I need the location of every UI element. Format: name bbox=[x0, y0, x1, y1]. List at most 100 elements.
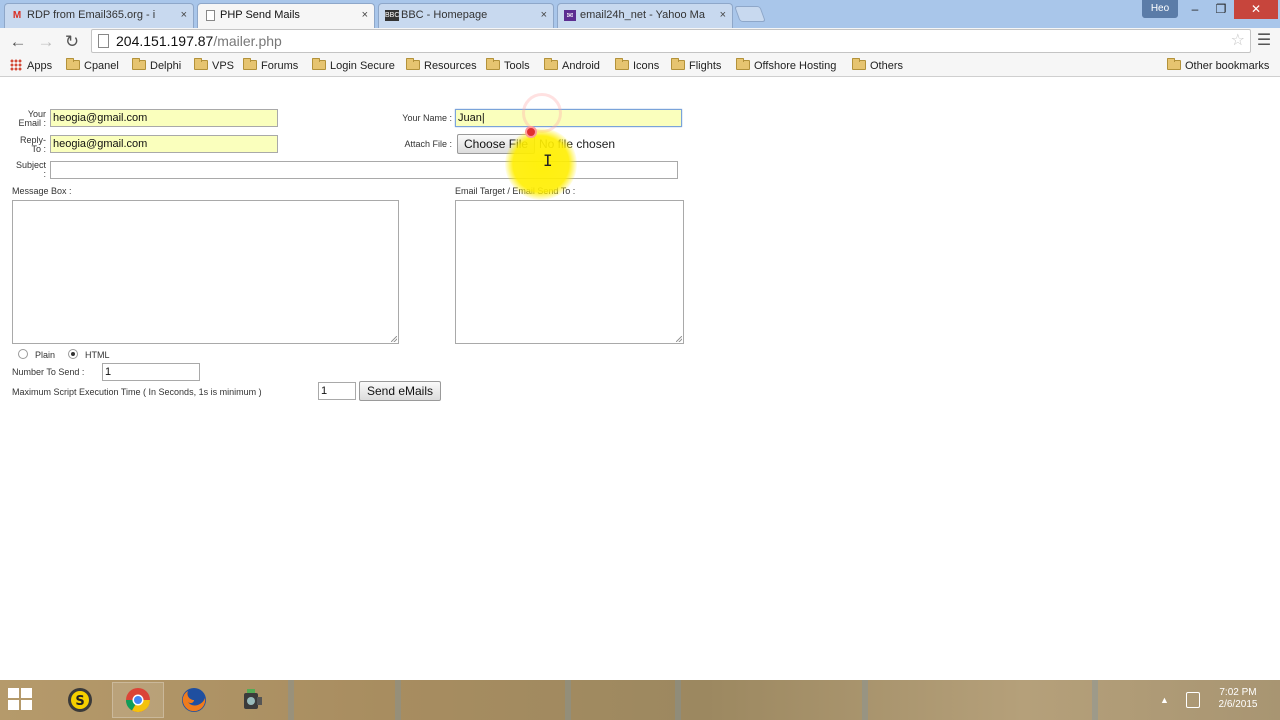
clock-time: 7:02 PM bbox=[1219, 687, 1257, 698]
bookmark-label: Android bbox=[562, 60, 600, 72]
taskbar-chrome-icon[interactable] bbox=[112, 682, 164, 718]
text-caret: | bbox=[481, 112, 485, 124]
bookmark-forums[interactable]: Forums bbox=[243, 58, 298, 74]
choose-file-button[interactable]: Choose File bbox=[457, 134, 535, 154]
bookmark-apps[interactable]: Apps bbox=[10, 58, 52, 74]
folder-icon bbox=[194, 58, 208, 70]
tab-title: BBC - Homepage bbox=[401, 9, 488, 21]
folder-icon bbox=[852, 58, 866, 70]
folder-icon bbox=[615, 58, 629, 70]
yahoo-mail-icon: ✉ bbox=[564, 10, 576, 21]
email-target-label: Email Target / Email Send To : bbox=[455, 186, 576, 196]
no-file-chosen-text: No file chosen bbox=[539, 137, 616, 151]
bookmark-resources[interactable]: Resources bbox=[406, 58, 477, 74]
system-clock[interactable]: 7:02 PM 2/6/2015 bbox=[1210, 687, 1266, 711]
reply-to-input[interactable]: heogia@gmail.com bbox=[50, 135, 278, 153]
bookmark-label: Others bbox=[870, 60, 904, 72]
bookmark-label: Login Secure bbox=[330, 60, 395, 72]
windows-taskbar: S ▲ 7:02 PM 2/6/2015 bbox=[0, 680, 1280, 720]
plain-format-radio[interactable] bbox=[18, 349, 28, 359]
tab-title: email24h_net - Yahoo Ma bbox=[580, 9, 705, 21]
taskbar-recorder-icon[interactable] bbox=[226, 682, 278, 718]
taskbar-divider bbox=[395, 680, 401, 720]
bookmark-vps[interactable]: VPS bbox=[194, 58, 234, 74]
taskbar-skype-icon[interactable]: S bbox=[54, 682, 106, 718]
subject-input[interactable] bbox=[50, 161, 678, 179]
your-email-label: Your Email : bbox=[10, 110, 46, 128]
tab-title: PHP Send Mails bbox=[220, 9, 300, 21]
bookmark-delphi[interactable]: Delphi bbox=[132, 58, 181, 74]
folder-icon bbox=[312, 58, 326, 70]
bookmark-label: Delphi bbox=[150, 60, 182, 72]
tab-bbc-homepage[interactable]: BBC BBC - Homepage × bbox=[378, 3, 554, 28]
bookmark-others[interactable]: Others bbox=[852, 58, 903, 74]
tab-yahoo-mail[interactable]: ✉ email24h_net - Yahoo Ma × bbox=[557, 3, 733, 28]
new-tab-button[interactable] bbox=[734, 6, 766, 22]
number-to-send-input[interactable]: 1 bbox=[102, 363, 200, 381]
user-badge[interactable]: Heo bbox=[1142, 0, 1178, 18]
tab-rdp-email365[interactable]: M RDP from Email365.org - i × bbox=[4, 3, 194, 28]
url-text: 204.151.197.87/mailer.php bbox=[116, 30, 282, 52]
start-button-windows-icon[interactable] bbox=[8, 688, 34, 712]
close-icon[interactable]: × bbox=[181, 4, 187, 27]
html-format-radio[interactable] bbox=[68, 349, 78, 359]
maximize-icon[interactable]: ❐ bbox=[1208, 0, 1234, 19]
label-line: Subject bbox=[15, 160, 46, 170]
url-host: 204.151.197.87 bbox=[116, 33, 214, 49]
your-name-input[interactable]: Juan| bbox=[455, 109, 682, 127]
bookmark-other-bookmarks[interactable]: Other bookmarks bbox=[1167, 58, 1269, 74]
page-icon bbox=[98, 34, 109, 48]
taskbar-divider bbox=[1092, 680, 1098, 720]
plain-format-label: Plain bbox=[35, 350, 56, 360]
folder-icon bbox=[243, 58, 257, 70]
back-arrow-icon[interactable]: ← bbox=[7, 31, 29, 53]
bookmark-login-secure[interactable]: Login Secure bbox=[312, 58, 395, 74]
number-to-send-label: Number To Send : bbox=[12, 367, 85, 377]
bookmark-cpanel[interactable]: Cpanel bbox=[66, 58, 119, 74]
your-name-value: Juan bbox=[458, 112, 482, 124]
label-line: To : bbox=[31, 144, 46, 154]
tray-overflow-icon[interactable]: ▲ bbox=[1160, 694, 1169, 706]
folder-icon bbox=[736, 58, 750, 70]
bookmark-flights[interactable]: Flights bbox=[671, 58, 721, 74]
gmail-icon: M bbox=[12, 10, 22, 21]
bookmark-star-icon[interactable]: ☆ bbox=[1231, 30, 1245, 52]
attach-file-label: Attach File : bbox=[404, 139, 452, 149]
bookmark-label: Flights bbox=[689, 60, 722, 72]
bookmark-offshore-hosting[interactable]: Offshore Hosting bbox=[736, 58, 836, 74]
close-icon[interactable]: × bbox=[362, 4, 368, 27]
bookmark-tools[interactable]: Tools bbox=[486, 58, 530, 74]
close-icon[interactable]: × bbox=[720, 4, 726, 27]
bookmark-label: VPS bbox=[212, 60, 235, 72]
clock-date: 2/6/2015 bbox=[1218, 699, 1258, 710]
taskbar-divider bbox=[862, 680, 868, 720]
bookmark-label: Icons bbox=[633, 60, 660, 72]
reload-icon[interactable]: ↻ bbox=[61, 31, 83, 53]
bookmark-icons[interactable]: Icons bbox=[615, 58, 659, 74]
max-execution-time-input[interactable]: 1 bbox=[318, 382, 356, 400]
minimize-icon[interactable]: – bbox=[1182, 0, 1208, 19]
email-target-textarea[interactable] bbox=[455, 200, 684, 344]
hamburger-menu-icon[interactable]: ☰ bbox=[1254, 31, 1274, 51]
tab-php-send-mails[interactable]: PHP Send Mails × bbox=[197, 3, 375, 28]
bookmark-android[interactable]: Android bbox=[544, 58, 600, 74]
message-box-label: Message Box : bbox=[12, 186, 72, 196]
window-close-icon[interactable]: ✕ bbox=[1234, 0, 1278, 19]
address-bar[interactable]: 204.151.197.87/mailer.php ☆ bbox=[91, 29, 1251, 53]
bookmark-label: Offshore Hosting bbox=[754, 60, 837, 72]
battery-icon[interactable] bbox=[1186, 692, 1200, 708]
apps-grid-icon bbox=[10, 59, 22, 71]
your-email-input[interactable]: heogia@gmail.com bbox=[50, 109, 278, 127]
svg-text:S: S bbox=[75, 694, 84, 709]
bbc-icon: BBC bbox=[385, 10, 400, 21]
reply-to-label: Reply- To : bbox=[10, 136, 46, 154]
label-line: Email : bbox=[18, 118, 46, 128]
close-icon[interactable]: × bbox=[541, 4, 547, 27]
message-box-textarea[interactable] bbox=[12, 200, 399, 344]
forward-arrow-icon[interactable]: → bbox=[35, 31, 57, 53]
tab-strip: M RDP from Email365.org - i × PHP Send M… bbox=[0, 0, 1280, 28]
folder-icon bbox=[132, 58, 146, 70]
folder-icon bbox=[1167, 58, 1181, 70]
taskbar-firefox-icon[interactable] bbox=[168, 682, 220, 718]
send-emails-button[interactable]: Send eMails bbox=[359, 381, 441, 401]
